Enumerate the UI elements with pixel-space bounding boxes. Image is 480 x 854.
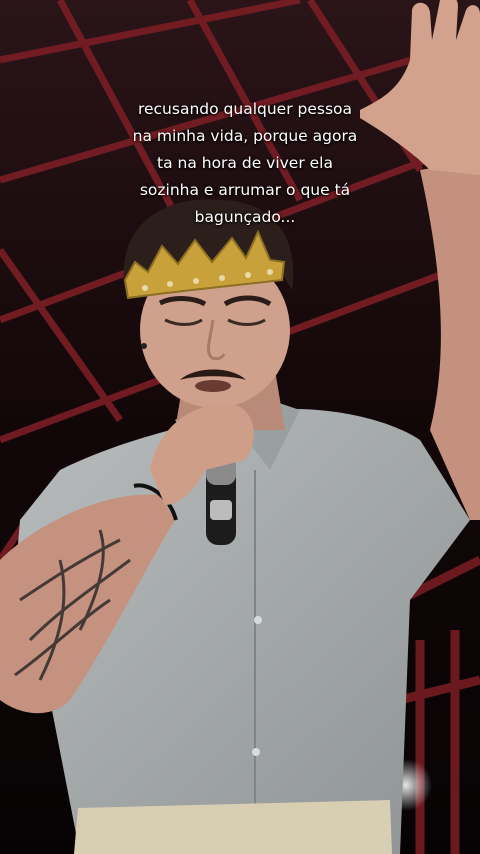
caption: recusando qualquer pessoa na minha vida,… — [0, 96, 480, 231]
caption-line-3: ta na hora de viver ela — [157, 154, 333, 172]
caption-line-4: sozinha e arrumar o que tá — [139, 181, 351, 199]
caption-line-1: recusando qualquer pessoa — [137, 100, 353, 118]
mouth — [195, 380, 231, 392]
caption-line-5: bagunçado... — [194, 208, 296, 226]
caption-line-2: na minha vida, porque agora — [132, 127, 358, 145]
trousers — [74, 800, 392, 854]
earring — [141, 343, 147, 349]
